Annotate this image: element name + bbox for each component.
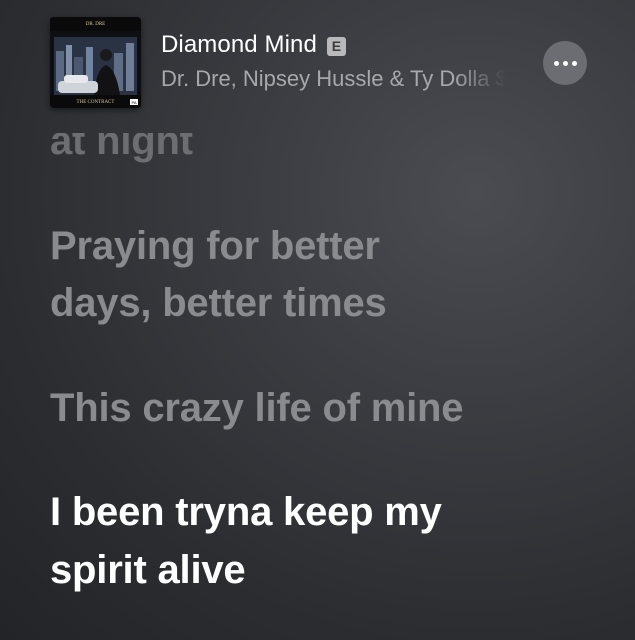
track-artists[interactable]: Dr. Dre, Nipsey Hussle & Ty Dolla $ign <box>161 66 506 92</box>
parental-advisory-badge: PA <box>131 100 136 105</box>
lyric-line-current-b[interactable]: spirit alive <box>50 540 246 601</box>
lyric-line-previous-1b[interactable]: days, better times <box>50 273 387 334</box>
track-title-row: Diamond Mind E <box>161 31 346 59</box>
ellipsis-icon-dot <box>553 60 559 66</box>
ellipsis-icon-dot <box>562 60 568 66</box>
album-art[interactable]: DR. DRE THE CONTRACT PA <box>50 17 141 108</box>
more-options-button[interactable] <box>543 41 587 85</box>
track-title[interactable]: Diamond Mind <box>161 31 317 59</box>
album-bottom-text: THE CONTRACT <box>77 100 115 105</box>
album-top-text: DR. DRE <box>86 22 105 27</box>
ellipsis-icon-dot <box>571 60 577 66</box>
lyric-line-current-a[interactable]: I been tryna keep my <box>50 482 442 543</box>
lyric-line-previous-2[interactable]: This crazy life of mine <box>50 378 463 439</box>
album-cover-image: DR. DRE THE CONTRACT PA <box>50 17 141 108</box>
lyric-line-previous-partial[interactable]: at night <box>50 133 193 172</box>
explicit-badge: E <box>326 36 346 56</box>
now-playing-header: DR. DRE THE CONTRACT PA Diamond Mind E D… <box>0 0 635 120</box>
lyric-line-previous-1a[interactable]: Praying for better <box>50 216 380 277</box>
